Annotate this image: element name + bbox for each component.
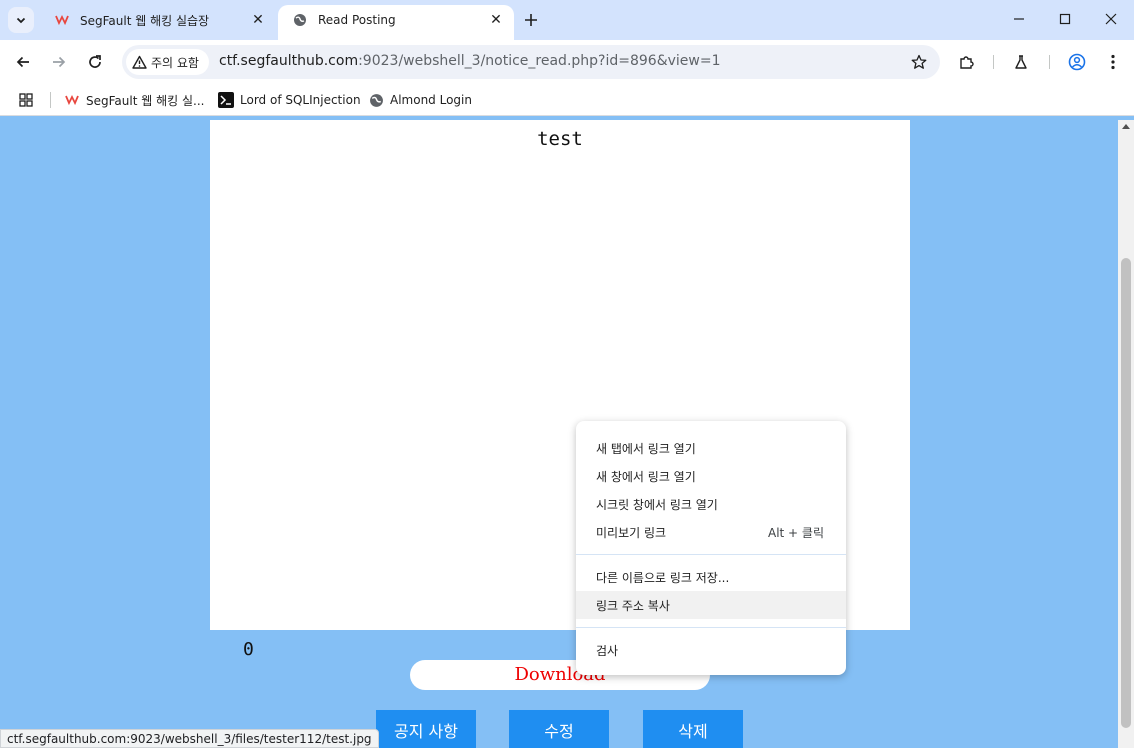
url-path: :9023/webshell_3/notice_read.php?id=896&…	[358, 53, 721, 69]
segfault-icon	[64, 92, 80, 108]
security-chip[interactable]: 주의 요함	[126, 49, 209, 75]
flask-icon	[1015, 55, 1027, 69]
bookmarks-divider	[50, 92, 51, 108]
arrow-right-icon	[53, 56, 66, 68]
reload-icon	[89, 55, 101, 68]
tab-segfault[interactable]: SegFault 웹 해킹 실습장 ✕	[40, 5, 276, 35]
toolbar-divider	[1049, 55, 1050, 69]
security-chip-label: 주의 요함	[151, 55, 199, 70]
delete-button[interactable]: 삭제	[643, 710, 743, 748]
tab-close-icon[interactable]: ✕	[246, 8, 270, 32]
bookmark-lord-of-sqli[interactable]: Lord of SQLInjection	[218, 90, 361, 110]
link-context-menu: 새 탭에서 링크 열기 새 창에서 링크 열기 시크릿 창에서 링크 열기 미리…	[576, 421, 846, 675]
chevron-down-icon	[16, 17, 26, 24]
bookmarks-bar: SegFault 웹 해킹 실... Lord of SQLInjection …	[0, 84, 1134, 116]
tab-title: Read Posting	[318, 13, 396, 27]
globe-icon	[292, 12, 308, 28]
url-host: ctf.segfaulthub.com	[219, 53, 359, 69]
bookmark-label: Lord of SQLInjection	[240, 93, 361, 107]
arrow-left-icon	[16, 56, 29, 68]
menu-inspect[interactable]: 검사	[576, 636, 846, 664]
notice-list-button[interactable]: 공지 사항	[376, 710, 476, 748]
bookmark-segfault[interactable]: SegFault 웹 해킹 실...	[64, 90, 204, 110]
forward-button[interactable]	[45, 48, 73, 76]
segfault-icon	[54, 12, 70, 28]
link-status-bar: ctf.segfaulthub.com:9023/webshell_3/file…	[0, 729, 379, 748]
extensions-button[interactable]	[955, 50, 979, 74]
puzzle-icon	[960, 56, 974, 69]
terminal-icon	[218, 92, 234, 108]
apps-button[interactable]	[19, 90, 33, 110]
warning-icon	[132, 55, 147, 69]
menu-preview-link[interactable]: 미리보기 링크 Alt + 클릭	[576, 518, 846, 546]
tab-strip: SegFault 웹 해킹 실습장 ✕ Read Posting ✕	[0, 0, 1134, 40]
edit-button[interactable]: 수정	[509, 710, 609, 748]
more-vert-icon	[1111, 54, 1115, 70]
reload-button[interactable]	[81, 48, 109, 76]
tab-search-button[interactable]	[8, 7, 34, 33]
account-icon	[1068, 53, 1086, 71]
close-icon	[1105, 13, 1117, 25]
browser-toolbar: 주의 요함 ctf.segfaulthub.com:9023/webshell_…	[0, 40, 1134, 84]
scroll-up-arrow-icon[interactable]	[1122, 124, 1130, 129]
globe-icon	[368, 92, 384, 108]
post-title: test	[537, 128, 583, 150]
view-counter: 0	[243, 639, 254, 660]
maximize-icon	[1059, 13, 1071, 25]
menu-shortcut: Alt + 클릭	[767, 525, 824, 540]
menu-copy-link-address[interactable]: 링크 주소 복사	[576, 591, 846, 619]
address-bar[interactable]: 주의 요함 ctf.segfaulthub.com:9023/webshell_…	[122, 45, 940, 79]
url-text[interactable]: ctf.segfaulthub.com:9023/webshell_3/noti…	[219, 53, 721, 69]
tab-read-posting[interactable]: Read Posting ✕	[278, 5, 514, 40]
menu-button[interactable]	[1101, 50, 1125, 74]
tab-title: SegFault 웹 해킹 실습장	[80, 13, 210, 28]
bookmark-almond-login[interactable]: Almond Login	[368, 90, 472, 110]
menu-separator	[576, 554, 846, 555]
new-tab-button[interactable]	[518, 8, 544, 32]
profile-button[interactable]	[1065, 50, 1089, 74]
apps-grid-icon	[19, 93, 33, 107]
bookmark-label: SegFault 웹 해킹 실...	[86, 93, 205, 108]
page-viewport: test 0 Download 공지 사항 수정 삭제	[0, 120, 1118, 748]
labs-button[interactable]	[1009, 50, 1033, 74]
back-button[interactable]	[9, 48, 37, 76]
menu-save-link-as[interactable]: 다른 이름으로 링크 저장...	[576, 563, 846, 591]
star-icon	[911, 54, 927, 69]
menu-open-in-new-window[interactable]: 새 창에서 링크 열기	[576, 462, 846, 490]
bookmark-label: Almond Login	[390, 93, 472, 107]
bookmark-star-button[interactable]	[908, 51, 930, 73]
minimize-icon	[1014, 18, 1024, 20]
maximize-button[interactable]	[1042, 0, 1088, 38]
minimize-button[interactable]	[996, 0, 1042, 38]
close-window-button[interactable]	[1088, 0, 1134, 38]
menu-separator	[576, 627, 846, 628]
tab-close-icon[interactable]: ✕	[484, 8, 508, 32]
toolbar-divider	[993, 55, 994, 69]
menu-open-in-new-tab[interactable]: 새 탭에서 링크 열기	[576, 434, 846, 462]
menu-open-in-incognito[interactable]: 시크릿 창에서 링크 열기	[576, 490, 846, 518]
plus-icon	[525, 14, 537, 26]
scrollbar-thumb[interactable]	[1121, 258, 1131, 728]
page-scrollbar[interactable]	[1118, 120, 1134, 748]
